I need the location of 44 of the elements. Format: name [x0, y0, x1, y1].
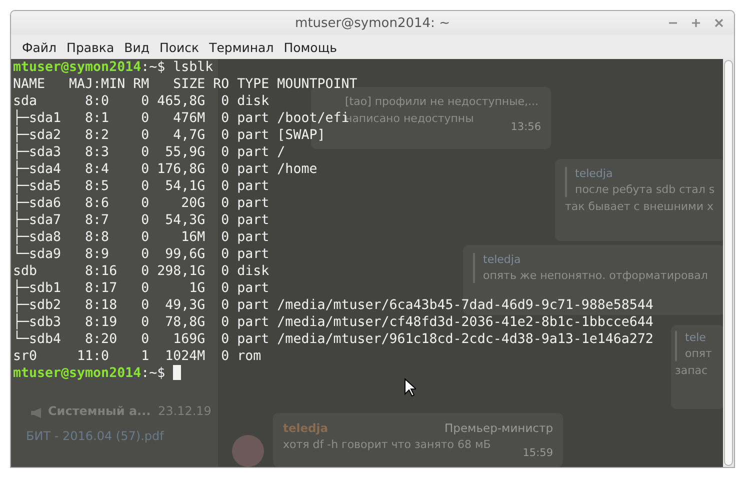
menu-item[interactable]: Терминал: [204, 38, 279, 56]
sender-role: Премьер-министр: [444, 421, 553, 435]
megaphone-icon: [30, 407, 44, 419]
prompt-line: mtuser@symon2014:~$ lsblk: [13, 59, 214, 76]
output-line: ├─sda2 8:2 0 4,7G 0 part [SWAP]: [13, 127, 326, 144]
chat-preview: БИТ - 2016.04 (57).pdf: [26, 429, 164, 443]
output-line: ├─sda6 8:6 0 20G 0 part: [13, 195, 270, 212]
mouse-pointer-icon: [404, 378, 416, 397]
menu-item[interactable]: Правка: [62, 38, 120, 56]
quote-text: после ребута sdb стал s: [575, 183, 715, 197]
maximize-icon[interactable]: [691, 18, 701, 28]
menu-item[interactable]: Файл: [17, 38, 62, 56]
output-line: └─sda9 8:9 0 99,6G 0 part: [13, 246, 270, 263]
menu-item[interactable]: Вид: [119, 38, 154, 56]
message-sender: teledja: [283, 421, 328, 435]
quote-author: tele: [685, 331, 707, 345]
menu-item[interactable]: Поиск: [154, 38, 204, 56]
output-line: ├─sda3 8:3 0 55,9G 0 part /: [13, 144, 286, 160]
message-time: 15:59: [522, 447, 553, 459]
quote-text: опят: [685, 347, 713, 361]
quote-text: опять же непонятно. отформатировал: [483, 269, 709, 283]
close-icon[interactable]: [714, 18, 724, 28]
menu-item[interactable]: Помощь: [278, 38, 342, 56]
output-line: sda 8:0 0 465,8G 0 disk: [13, 93, 270, 110]
output-line: └─sdb4 8:20 0 169G 0 part /media/mtuser/961c18cd-2cdc-4d38-9a13-1e146a272: [13, 331, 654, 348]
window-title: mtuser@symon2014: ~: [295, 16, 450, 30]
message-time: 13:56: [510, 121, 541, 133]
output-line: ├─sdb3 8:19 0 78,8G 0 part /media/mtuser/cf48fd3d-2036-41e2-8b1c-1bbcce644: [13, 314, 654, 330]
output-line: ├─sda7 8:7 0 54,3G 0 part: [13, 212, 270, 228]
output-line: ├─sdb1 8:17 0 1G 0 part: [13, 280, 270, 296]
output-line: ├─sda4 8:4 0 176,8G 0 part /home: [13, 161, 318, 178]
output-line: NAME MAJ:MIN RM SIZE RO TYPE MOUNTPOINT: [13, 76, 358, 93]
prompt-line: mtuser@symon2014:~$: [13, 365, 182, 382]
message-text: так бывает с внешними х: [565, 200, 714, 214]
message-text: хотя df -h говорит что занято 68 мБ: [283, 438, 492, 452]
output-line: sdb 8:16 0 298,1G 0 disk: [13, 263, 270, 280]
message-text: [tao] профили не недоступные,...: [345, 95, 540, 109]
quote-author: teledja: [483, 253, 522, 267]
output-line: ├─sda5 8:5 0 54,1G 0 part: [13, 178, 270, 194]
output-line: ├─sdb2 8:18 0 49,3G 0 part /media/mtuser/6ca43b45-7dad-46d9-9c71-988e58544: [13, 297, 654, 314]
message-text: запас: [675, 364, 709, 378]
output-line: ├─sda8 8:8 0 16M 0 part: [13, 229, 270, 246]
output-line: sr0 11:0 1 1024M 0 rom: [13, 348, 262, 365]
quote-author: teledja: [575, 167, 614, 181]
